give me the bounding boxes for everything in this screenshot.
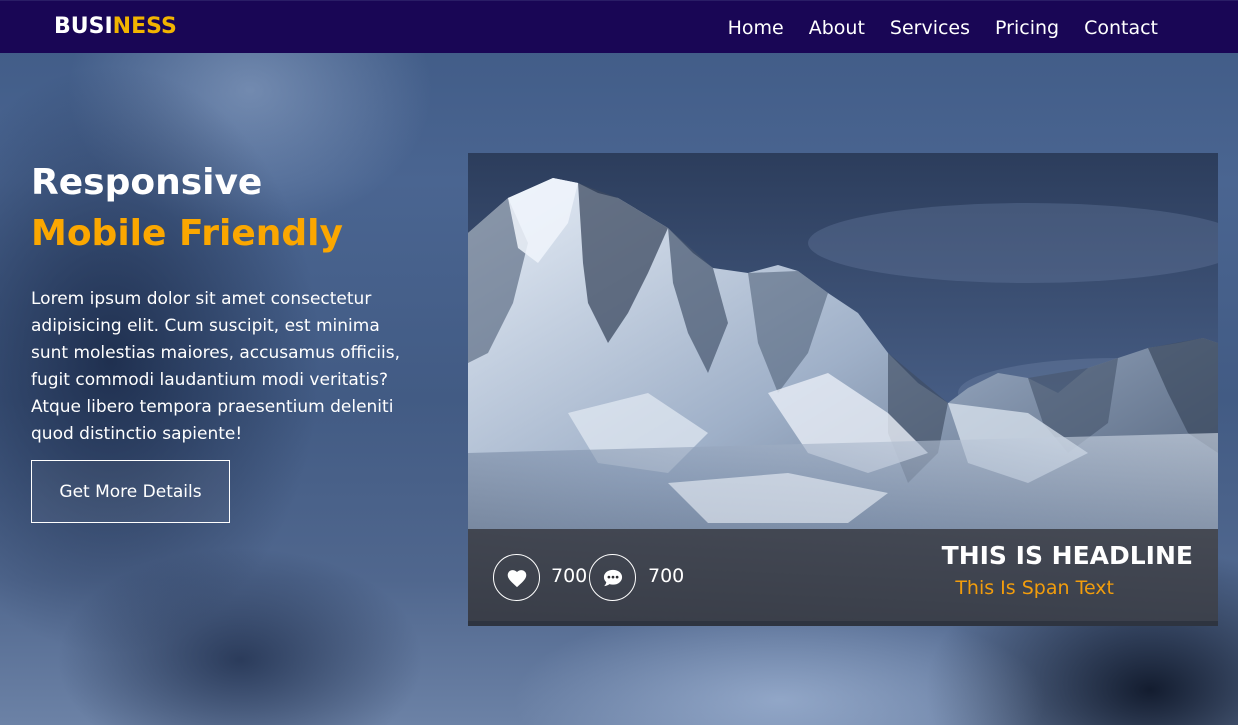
- heart-icon: [507, 569, 526, 587]
- brand-logo[interactable]: BUSINESS: [54, 14, 177, 39]
- comment-button[interactable]: [589, 554, 636, 601]
- comment-icon: [603, 569, 622, 586]
- like-count: 700: [551, 565, 588, 587]
- nav-link-about[interactable]: About: [809, 17, 865, 39]
- hero-subtitle: Mobile Friendly: [31, 213, 343, 254]
- nav-link-home[interactable]: Home: [728, 17, 784, 39]
- brand-logo-part2: NESS: [112, 14, 177, 39]
- nav-link-pricing[interactable]: Pricing: [995, 17, 1059, 39]
- hero-title: Responsive: [31, 162, 263, 203]
- navbar: BUSINESS Home About Services Pricing Con…: [0, 0, 1238, 53]
- brand-logo-part1: BUSI: [54, 14, 113, 39]
- image-card: 700 700 THIS IS HEADLINE This Is Span Te…: [468, 153, 1218, 626]
- get-more-details-button[interactable]: Get More Details: [31, 460, 230, 523]
- nav-menu: Home About Services Pricing Contact: [728, 1, 1158, 54]
- comment-count: 700: [648, 565, 685, 587]
- card-info-bar: 700 700 THIS IS HEADLINE This Is Span Te…: [468, 529, 1218, 621]
- card-span-text: This Is Span Text: [955, 577, 1114, 599]
- card-headline: THIS IS HEADLINE: [941, 541, 1193, 570]
- like-button[interactable]: [493, 554, 540, 601]
- hero-text: Responsive Mobile Friendly Lorem ipsum d…: [31, 160, 431, 523]
- hero-paragraph: Lorem ipsum dolor sit amet consectetur a…: [31, 289, 401, 444]
- nav-link-services[interactable]: Services: [890, 17, 970, 39]
- nav-link-contact[interactable]: Contact: [1084, 17, 1158, 39]
